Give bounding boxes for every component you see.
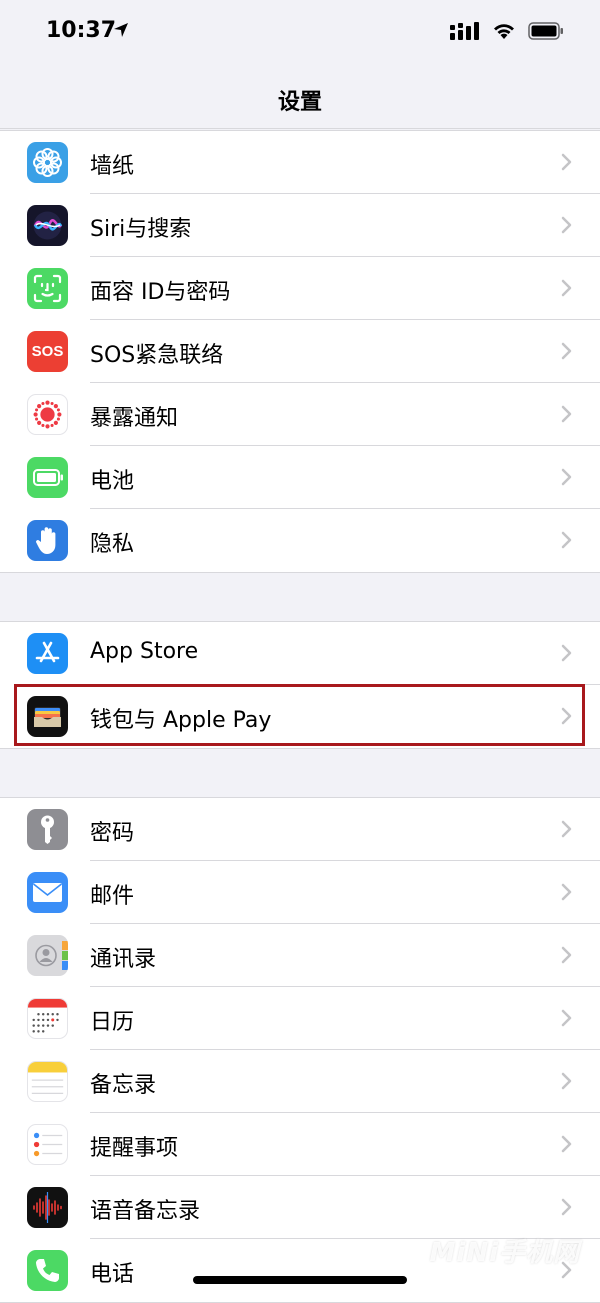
app-store-icon: [27, 633, 68, 674]
key-icon: [27, 809, 68, 850]
chevron-right-icon: [561, 342, 572, 360]
settings-row-label: 电话: [90, 1262, 135, 1287]
chevron-right-icon: [561, 1072, 572, 1090]
settings-row-label: 电池: [90, 469, 135, 494]
settings-row-label: 语音备忘录: [90, 1199, 201, 1224]
settings-row-label: App Store: [90, 639, 199, 664]
voice-memos-icon: [27, 1187, 68, 1228]
settings-row-voice-memos[interactable]: 语音备忘录: [0, 1176, 600, 1239]
settings-row-label: 提醒事项: [90, 1136, 179, 1161]
chevron-right-icon: [561, 1009, 572, 1027]
privacy-hand-icon: [27, 520, 68, 561]
chevron-right-icon: [561, 883, 572, 901]
settings-row-label: 邮件: [90, 884, 135, 909]
settings-group-1: 墙纸 Siri与搜索 面容 ID与密码 SOS SOS紧急联络 暴露通知 电池 …: [0, 130, 600, 573]
status-time: 10:37: [46, 18, 117, 43]
settings-row-label: 通讯录: [90, 947, 157, 972]
settings-row-reminders[interactable]: 提醒事项: [0, 1113, 600, 1176]
settings-row-mail[interactable]: 邮件: [0, 861, 600, 924]
chevron-right-icon: [561, 279, 572, 297]
battery-icon: [27, 457, 68, 498]
settings-row-notes[interactable]: 备忘录: [0, 1050, 600, 1113]
settings-row-privacy[interactable]: 隐私: [0, 509, 600, 572]
contacts-icon: [27, 935, 68, 976]
settings-row-label: 密码: [90, 821, 135, 846]
settings-row-wallpaper[interactable]: 墙纸: [0, 131, 600, 194]
face-id-icon: [27, 268, 68, 309]
siri-icon: [27, 205, 68, 246]
settings-row-battery[interactable]: 电池: [0, 446, 600, 509]
settings-row-face-id[interactable]: 面容 ID与密码: [0, 257, 600, 320]
settings-group-3: 密码 邮件 通讯录 日历 备忘录 提醒事项 语音备忘录 电话: [0, 797, 600, 1303]
phone-icon: [27, 1250, 68, 1291]
location-arrow-icon: [114, 23, 128, 37]
settings-row-label: SOS紧急联络: [90, 343, 224, 368]
chevron-right-icon: [561, 468, 572, 486]
chevron-right-icon: [561, 405, 572, 423]
chevron-right-icon: [561, 644, 572, 662]
settings-row-calendar[interactable]: 日历: [0, 987, 600, 1050]
home-indicator[interactable]: [193, 1276, 407, 1284]
reminders-icon: [27, 1124, 68, 1165]
navigation-bar: 设置: [0, 70, 600, 129]
settings-row-siri[interactable]: Siri与搜索: [0, 194, 600, 257]
settings-row-label: Siri与搜索: [90, 217, 192, 242]
chevron-right-icon: [561, 1198, 572, 1216]
chevron-right-icon: [561, 1135, 572, 1153]
settings-row-app-store[interactable]: App Store: [0, 622, 600, 685]
battery-status-icon: [528, 22, 563, 40]
highlight-box: [14, 684, 585, 746]
settings-row-label: 备忘录: [90, 1073, 157, 1098]
calendar-icon: [27, 998, 68, 1039]
settings-row-label: 暴露通知: [90, 406, 179, 431]
settings-row-label: 日历: [90, 1010, 135, 1035]
wifi-icon: [494, 24, 514, 39]
settings-row-exposure[interactable]: 暴露通知: [0, 383, 600, 446]
sos-icon: SOS: [27, 331, 68, 372]
chevron-right-icon: [561, 216, 572, 234]
notes-icon: [27, 1061, 68, 1102]
settings-row-contacts[interactable]: 通讯录: [0, 924, 600, 987]
settings-row-sos[interactable]: SOS SOS紧急联络: [0, 320, 600, 383]
settings-row-passwords[interactable]: 密码: [0, 798, 600, 861]
exposure-notification-icon: [27, 394, 68, 435]
wallpaper-icon: [27, 142, 68, 183]
chevron-right-icon: [561, 820, 572, 838]
chevron-right-icon: [561, 531, 572, 549]
settings-row-label: 墙纸: [90, 154, 135, 179]
page-title: 设置: [277, 90, 322, 115]
settings-row-label: 隐私: [90, 532, 135, 557]
chevron-right-icon: [561, 946, 572, 964]
cellular-signal-icon: [450, 22, 479, 40]
settings-row-label: 面容 ID与密码: [90, 280, 231, 305]
status-bar: 10:37: [0, 0, 600, 70]
chevron-right-icon: [561, 153, 572, 171]
watermark-url: NETUDO.COM: [473, 1264, 566, 1274]
mail-icon: [27, 872, 68, 913]
